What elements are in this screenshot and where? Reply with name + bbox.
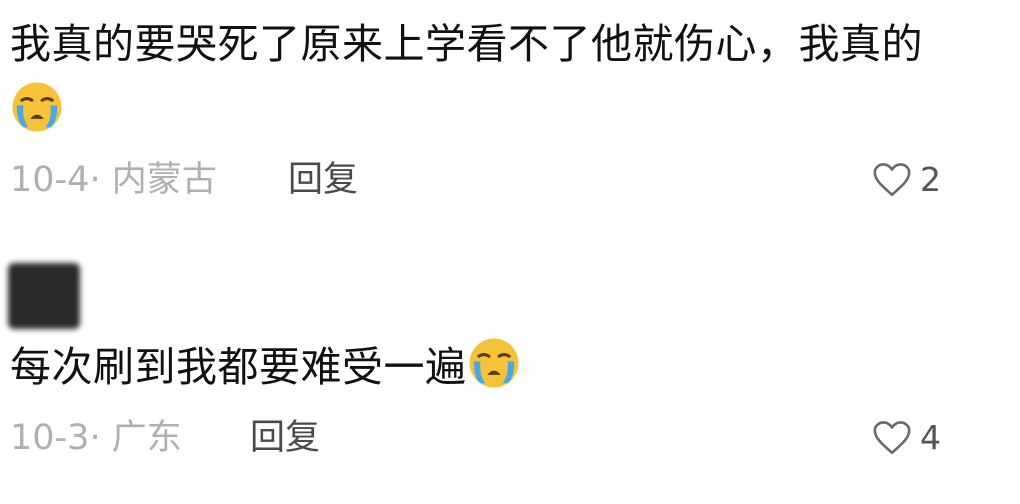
comment-2-location: 广东	[111, 418, 182, 458]
heart-outline-icon	[873, 421, 911, 455]
loudly-crying-face-icon	[12, 82, 62, 132]
comment-1-like-count: 2	[920, 160, 941, 199]
meta-separator: ·	[89, 418, 101, 458]
comment-2-reply-button[interactable]: 回复	[250, 418, 320, 458]
comment-2-like-button[interactable]: 4	[872, 418, 941, 458]
comment-2-date: 10-3	[10, 418, 90, 458]
loudly-crying-face-icon	[469, 338, 518, 388]
meta-separator: ·	[89, 160, 101, 200]
avatar[interactable]	[8, 263, 80, 329]
comment-1-emoji-line	[10, 80, 64, 141]
comment-2-meta: 10-3· 广东	[10, 418, 182, 458]
heart-outline-icon	[873, 163, 911, 197]
comment-1-meta: 10-4· 内蒙古	[10, 160, 217, 200]
comment-2-like-count: 4	[920, 418, 941, 457]
comment-1-like-button[interactable]: 2	[872, 160, 941, 200]
comment-1-text-line1: 我真的要哭死了原来上学看不了他就伤心，我真的	[10, 20, 923, 68]
comment-2-text-body: 每次刷到我都要难受一遍	[10, 343, 467, 391]
comment-1-location: 内蒙古	[111, 160, 217, 200]
comment-1-text: 我真的要哭死了原来上学看不了他就伤心，我真的	[10, 14, 923, 74]
comment-2-text: 每次刷到我都要难受一遍	[10, 336, 521, 397]
comment-1-date: 10-4	[10, 160, 90, 200]
comment-1-reply-button[interactable]: 回复	[288, 160, 358, 200]
